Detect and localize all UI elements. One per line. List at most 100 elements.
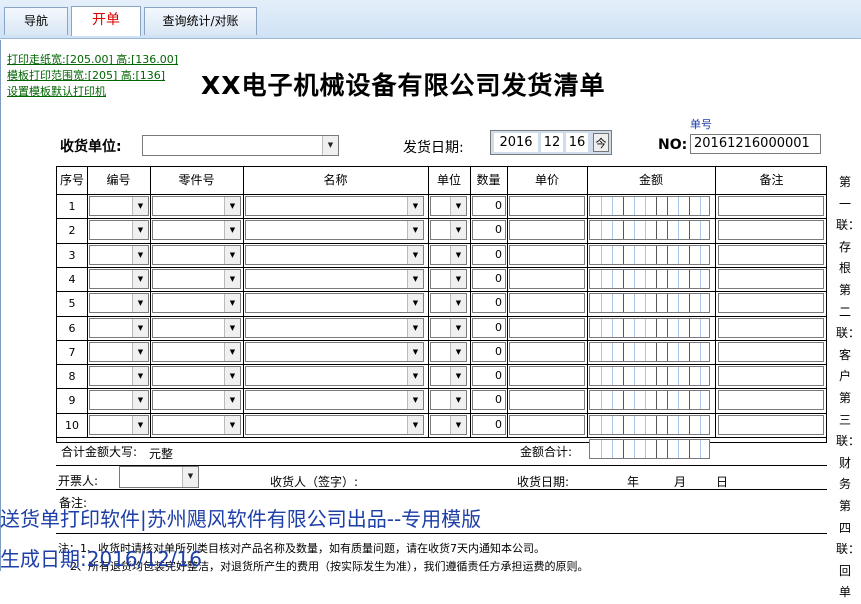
remark-field[interactable] — [718, 341, 824, 362]
chevron-down-icon[interactable]: ▼ — [224, 269, 240, 288]
quantity-field[interactable]: 0 — [472, 414, 506, 435]
remark-field[interactable] — [718, 293, 824, 314]
chevron-down-icon[interactable]: ▼ — [224, 342, 240, 361]
chevron-down-icon[interactable]: ▼ — [132, 245, 148, 264]
code-select[interactable]: ▼ — [89, 390, 149, 411]
unit-price-field[interactable] — [509, 244, 585, 265]
code-select[interactable]: ▼ — [89, 414, 149, 435]
chevron-down-icon[interactable]: ▼ — [132, 391, 148, 410]
code-select[interactable]: ▼ — [89, 220, 149, 241]
part-no-select[interactable]: ▼ — [152, 220, 241, 241]
remark-field[interactable] — [718, 390, 824, 411]
chevron-down-icon[interactable]: ▼ — [224, 294, 240, 313]
unit-price-field[interactable] — [509, 293, 585, 314]
code-select[interactable]: ▼ — [89, 244, 149, 265]
unit-select[interactable]: ▼ — [430, 414, 467, 435]
total-amount-field[interactable] — [589, 439, 710, 459]
amount-field[interactable] — [589, 244, 710, 265]
chevron-down-icon[interactable]: ▼ — [407, 342, 423, 361]
chevron-down-icon[interactable]: ▼ — [224, 197, 240, 215]
unit-select[interactable]: ▼ — [430, 244, 467, 265]
chevron-down-icon[interactable]: ▼ — [407, 391, 423, 410]
unit-select[interactable]: ▼ — [430, 220, 467, 241]
chevron-down-icon[interactable]: ▼ — [224, 245, 240, 264]
name-select[interactable]: ▼ — [245, 196, 424, 216]
remark-field[interactable] — [718, 220, 824, 241]
amount-field[interactable] — [589, 366, 710, 387]
unit-select[interactable]: ▼ — [430, 317, 467, 338]
chevron-down-icon[interactable]: ▼ — [322, 136, 338, 155]
amount-field[interactable] — [589, 414, 710, 435]
default-printer-link[interactable]: 设置模板默认打印机 — [7, 83, 106, 99]
date-year[interactable]: 2016 — [494, 133, 538, 152]
chevron-down-icon[interactable]: ▼ — [407, 245, 423, 264]
code-select[interactable]: ▼ — [89, 293, 149, 314]
chevron-down-icon[interactable]: ▼ — [132, 367, 148, 386]
calendar-today-icon[interactable]: 今 — [593, 133, 609, 152]
chevron-down-icon[interactable]: ▼ — [450, 269, 466, 288]
part-no-select[interactable]: ▼ — [152, 244, 241, 265]
unit-price-field[interactable] — [509, 341, 585, 362]
amount-field[interactable] — [589, 220, 710, 241]
chevron-down-icon[interactable]: ▼ — [132, 342, 148, 361]
chevron-down-icon[interactable]: ▼ — [407, 415, 423, 434]
chevron-down-icon[interactable]: ▼ — [450, 197, 466, 215]
chevron-down-icon[interactable]: ▼ — [224, 415, 240, 434]
chevron-down-icon[interactable]: ▼ — [450, 318, 466, 337]
chevron-down-icon[interactable]: ▼ — [132, 415, 148, 434]
unit-select[interactable]: ▼ — [430, 268, 467, 289]
quantity-field[interactable]: 0 — [472, 317, 506, 338]
quantity-field[interactable]: 0 — [472, 390, 506, 411]
chevron-down-icon[interactable]: ▼ — [224, 391, 240, 410]
chevron-down-icon[interactable]: ▼ — [450, 221, 466, 240]
name-select[interactable]: ▼ — [245, 390, 424, 411]
chevron-down-icon[interactable]: ▼ — [450, 294, 466, 313]
amount-field[interactable] — [589, 390, 710, 411]
chevron-down-icon[interactable]: ▼ — [450, 415, 466, 434]
remark-field[interactable] — [718, 244, 824, 265]
chevron-down-icon[interactable]: ▼ — [132, 269, 148, 288]
unit-select[interactable]: ▼ — [430, 341, 467, 362]
ship-date-picker[interactable]: 2016 12 16 今 — [490, 130, 612, 155]
name-select[interactable]: ▼ — [245, 366, 424, 387]
part-no-select[interactable]: ▼ — [152, 196, 241, 216]
name-select[interactable]: ▼ — [245, 414, 424, 435]
chevron-down-icon[interactable]: ▼ — [450, 391, 466, 410]
name-select[interactable]: ▼ — [245, 317, 424, 338]
date-day[interactable]: 16 — [566, 133, 588, 152]
amount-field[interactable] — [589, 293, 710, 314]
code-select[interactable]: ▼ — [89, 341, 149, 362]
unit-select[interactable]: ▼ — [430, 390, 467, 411]
code-select[interactable]: ▼ — [89, 196, 149, 216]
unit-price-field[interactable] — [509, 268, 585, 289]
tab-query-stats[interactable]: 查询统计/对账 — [144, 7, 257, 35]
chevron-down-icon[interactable]: ▼ — [132, 294, 148, 313]
name-select[interactable]: ▼ — [245, 293, 424, 314]
unit-price-field[interactable] — [509, 220, 585, 241]
quantity-field[interactable]: 0 — [472, 268, 506, 289]
chevron-down-icon[interactable]: ▼ — [407, 221, 423, 240]
amount-field[interactable] — [589, 317, 710, 338]
remark-field[interactable] — [718, 268, 824, 289]
name-select[interactable]: ▼ — [245, 244, 424, 265]
issuer-select[interactable]: ▼ — [119, 466, 199, 488]
chevron-down-icon[interactable]: ▼ — [132, 318, 148, 337]
chevron-down-icon[interactable]: ▼ — [407, 367, 423, 386]
chevron-down-icon[interactable]: ▼ — [182, 467, 198, 487]
remark-field[interactable] — [718, 317, 824, 338]
quantity-field[interactable]: 0 — [472, 341, 506, 362]
remark-field[interactable] — [718, 196, 824, 216]
unit-price-field[interactable] — [509, 390, 585, 411]
date-month[interactable]: 12 — [541, 133, 563, 152]
part-no-select[interactable]: ▼ — [152, 390, 241, 411]
tab-open-order[interactable]: 开单 — [71, 6, 141, 36]
receiver-select[interactable]: ▼ — [142, 135, 339, 156]
unit-select[interactable]: ▼ — [430, 293, 467, 314]
amount-field[interactable] — [589, 196, 710, 216]
chevron-down-icon[interactable]: ▼ — [450, 367, 466, 386]
unit-price-field[interactable] — [509, 414, 585, 435]
part-no-select[interactable]: ▼ — [152, 317, 241, 338]
chevron-down-icon[interactable]: ▼ — [407, 269, 423, 288]
quantity-field[interactable]: 0 — [472, 220, 506, 241]
chevron-down-icon[interactable]: ▼ — [224, 221, 240, 240]
